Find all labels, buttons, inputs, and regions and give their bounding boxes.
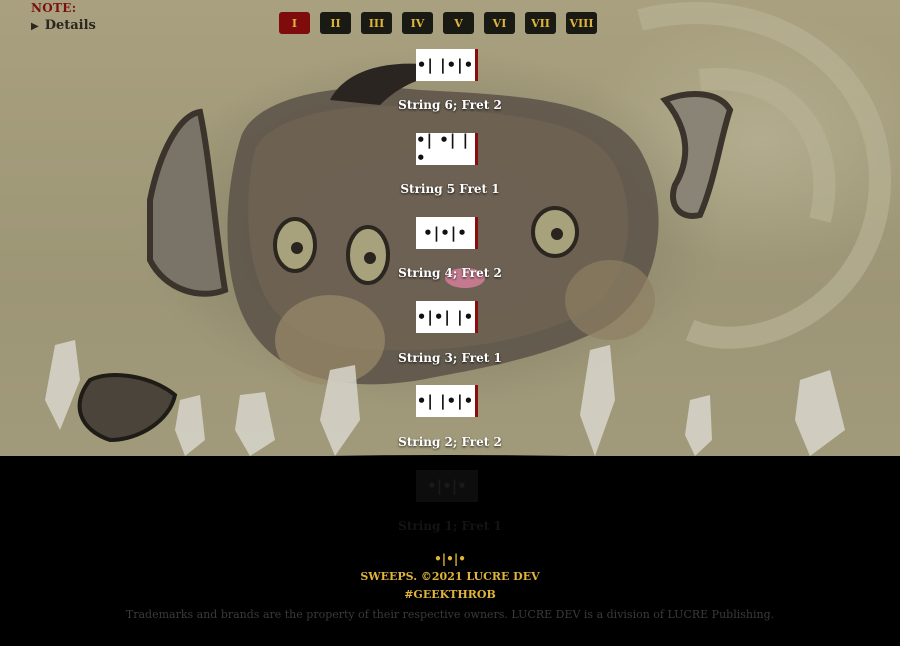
tab-vi[interactable]: VI [484,12,515,34]
fret-glyph-4: •|•| |• [416,301,478,333]
fret-glyph-2: •| •| |• [416,131,478,167]
step-label-1: String 6; Fret 2 [398,98,502,112]
details-label: Details [44,18,96,33]
fret-glyph-6: •|•|• [416,470,478,502]
step-label-3: String 4; Fret 2 [398,266,502,280]
footer-logo: •|•|• [434,552,466,566]
fret-glyph-1: •| |•|• [416,49,478,81]
details-toggle[interactable]: ▶ Details [31,18,96,33]
tab-v[interactable]: V [443,12,474,34]
fret-glyph-3: •|•|• [416,217,478,249]
tab-ii[interactable]: II [320,12,351,34]
fret-glyph-5: •| |•|• [416,385,478,417]
tab-viii[interactable]: VIII [566,12,597,34]
tab-iii[interactable]: III [361,12,392,34]
disclosure-triangle-icon: ▶ [31,21,39,32]
step-label-2: String 5 Fret 1 [400,182,500,196]
note-heading: NOTE: [31,1,77,15]
section-tabs: I II III IV V VI VII VIII [279,12,597,34]
tab-iv[interactable]: IV [402,12,433,34]
step-label-6: String 1; Fret 1 [398,519,502,533]
footer-hashtag-link[interactable]: #GEEKTHROB [0,588,900,601]
footer-copyright: SWEEPS. ©2021 LUCRE DEV [360,570,540,583]
tab-i[interactable]: I [279,12,310,34]
tab-vii[interactable]: VII [525,12,556,34]
step-label-5: String 2; Fret 2 [398,435,502,449]
footer-trademark: Trademarks and brands are the property o… [125,608,775,621]
step-label-4: String 3; Fret 1 [398,351,502,365]
